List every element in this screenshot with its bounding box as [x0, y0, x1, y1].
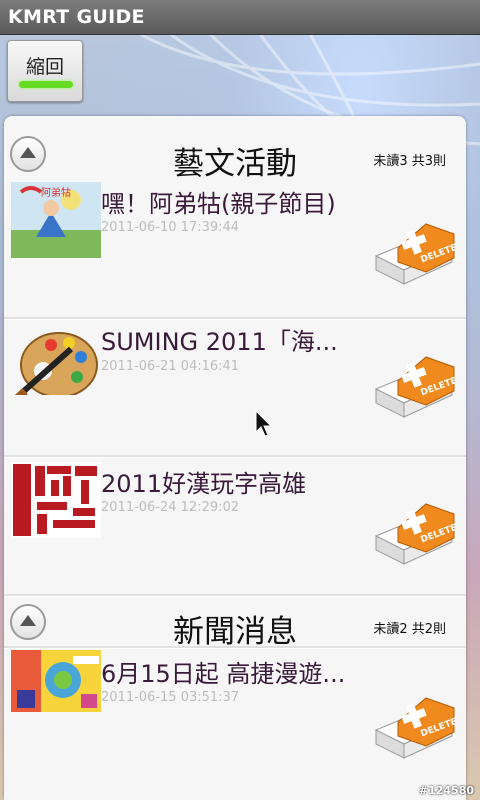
app-title: KMRT GUIDE: [8, 6, 145, 28]
delete-button[interactable]: DELETE: [368, 218, 458, 288]
list-item[interactable]: SUMING 2011「海... 2011-06-21 04:16:41 DEL…: [4, 319, 466, 457]
collapse-button[interactable]: 縮回: [7, 40, 83, 102]
item-title: 嘿！阿弟牯(親子節目): [101, 190, 336, 218]
item-title: SUMING 2011「海...: [101, 328, 338, 356]
delete-button[interactable]: DELETE: [368, 692, 458, 762]
section-header-news: 新聞消息 未讀2 共2則: [4, 590, 466, 650]
watermark: #124580: [418, 784, 474, 797]
item-thumbnail: [11, 650, 101, 712]
paint-palette-icon: [14, 332, 98, 395]
item-thumbnail: 阿弟牯: [11, 182, 101, 258]
app-title-bar: KMRT GUIDE: [0, 0, 480, 35]
section-unread-count: 未讀3 共3則: [373, 154, 446, 169]
delete-button[interactable]: DELETE: [368, 351, 458, 421]
comic-poster: [11, 650, 101, 712]
red-maze-logo: [11, 462, 101, 538]
item-timestamp: 2011-06-21 04:16:41: [101, 359, 240, 374]
collapse-button-label: 縮回: [25, 56, 64, 78]
list-item[interactable]: 2011好漢玩字高雄 2011-06-24 12:29:02 DELETE: [4, 458, 466, 596]
item-thumbnail: [11, 319, 101, 395]
item-timestamp: 2011-06-15 03:51:37: [101, 690, 240, 705]
item-timestamp: 2011-06-10 17:39:44: [101, 220, 240, 235]
collapse-indicator-bar: [19, 81, 73, 88]
mouse-cursor-icon: [255, 410, 273, 437]
section-unread-count: 未讀2 共2則: [373, 622, 446, 637]
list-item[interactable]: 6月15日起 高捷漫遊... 2011-06-15 03:51:37 DELET…: [4, 648, 466, 786]
list-item[interactable]: 阿弟牯 嘿！阿弟牯(親子節目) 2011-06-10 17:39:44 DELE…: [4, 178, 466, 316]
news-panel: 藝文活動 未讀3 共3則 阿弟牯 嘿！阿弟牯(親子節目) 2011-06-10 …: [4, 116, 466, 800]
item-title: 2011好漢玩字高雄: [101, 470, 307, 498]
section-header-arts: 藝文活動 未讀3 共3則: [4, 122, 466, 182]
item-timestamp: 2011-06-24 12:29:02: [101, 500, 240, 515]
delete-button[interactable]: DELETE: [368, 498, 458, 568]
item-title: 6月15日起 高捷漫遊...: [101, 660, 346, 688]
item-thumbnail: [11, 462, 101, 538]
svg-text:阿弟牯: 阿弟牯: [41, 186, 71, 199]
